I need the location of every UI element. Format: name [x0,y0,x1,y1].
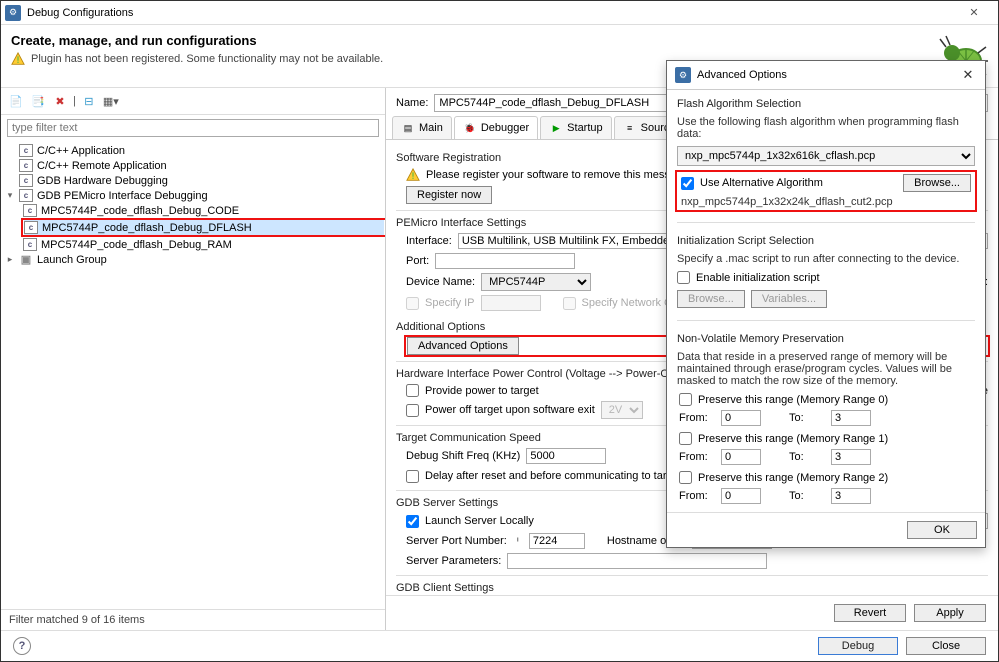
help-icon[interactable]: ? [13,637,31,655]
name-label: Name: [396,97,428,109]
preserve-range-1-checkbox[interactable] [679,432,692,445]
tree-gdb-pemicro[interactable]: ▾cGDB PEMicro Interface Debugging [5,188,385,203]
tab-main[interactable]: ▤Main [392,116,452,139]
tree-item-code[interactable]: cMPC5744P_code_dflash_Debug_CODE [23,203,385,218]
register-now-button[interactable]: Register now [406,186,492,204]
memory-range-2: Preserve this range (Memory Range 2) Fro… [679,471,975,504]
tree-c-remote-app[interactable]: cC/C++ Remote Application [5,158,385,173]
close-button[interactable]: Close [906,637,986,655]
debug-freq-input[interactable] [526,448,606,464]
caret-down-icon: ▾ [5,190,15,201]
launch-server-checkbox[interactable] [406,515,419,528]
config-tree[interactable]: cC/C++ Application cC/C++ Remote Applica… [1,141,385,609]
form-footer: Revert Apply [386,595,998,630]
poweroff-checkbox[interactable] [406,404,419,417]
filter-input[interactable] [7,119,379,137]
advanced-options-button[interactable]: Advanced Options [407,337,519,355]
gdb-client-title: GDB Client Settings [396,582,988,594]
header-warning: Plugin has not been registered. Some fun… [11,52,383,66]
tree-c-app[interactable]: cC/C++ Application [5,143,385,158]
warning-icon [11,52,25,66]
expand-icon[interactable]: ⊟ [80,92,98,110]
range-1-to-input[interactable] [831,449,871,465]
flash-algo-select[interactable]: nxp_mpc5744p_1x32x616k_cflash.pcp [677,146,975,166]
specify-card-checkbox[interactable] [563,297,576,310]
dialog-title: Advanced Options [697,69,787,81]
alt-algo-path: nxp_mpc5744p_1x32x24k_dflash_cut2.pcp [681,196,971,208]
provide-power-checkbox[interactable] [406,384,419,397]
dialog-ok-button[interactable]: OK [907,521,977,539]
new-config-icon[interactable]: 📄 [7,92,25,110]
use-alt-algo-checkbox[interactable] [681,177,694,190]
highlight-selected-config: cMPC5744P_code_dflash_Debug_DFLASH [21,218,385,237]
tree-item-dflash[interactable]: cMPC5744P_code_dflash_Debug_DFLASH [24,220,384,235]
range-1-from-input[interactable] [721,449,761,465]
launch-group-icon: ▣ [19,253,33,266]
voltage-select[interactable]: 2V [601,401,643,419]
nv-mem-title: Non-Volatile Memory Preservation [677,333,975,345]
specify-ip-checkbox[interactable] [406,297,419,310]
browse-script-button[interactable]: Browse... [677,290,745,308]
warning-icon-2 [406,168,420,182]
flash-algo-title: Flash Algorithm Selection [677,98,975,110]
init-script-title: Initialization Script Selection [677,235,975,247]
enable-init-checkbox[interactable] [677,271,690,284]
delete-icon[interactable]: ✖ [51,92,69,110]
play-icon: ▶ [549,121,563,135]
filter-match-text: Filter matched 9 of 16 items [1,609,385,630]
browse-algo-button[interactable]: Browse... [903,174,971,192]
dialog-titlebar: ⚙ Advanced Options ✕ [667,61,985,90]
tree-pane: 📄 📑 ✖ | ⊟ ▦▾ cC/C++ Application cC/C++ R… [1,88,386,630]
range-2-from-input[interactable] [721,488,761,504]
dialog-close-button[interactable]: ✕ [955,65,981,85]
flash-algo-desc: Use the following flash algorithm when p… [677,116,975,140]
memory-range-1: Preserve this range (Memory Range 1) Fro… [679,432,975,465]
init-script-desc: Specify a .mac script to run after conne… [677,253,975,265]
debug-button[interactable]: Debug [818,637,898,655]
range-0-from-input[interactable] [721,410,761,426]
nv-mem-desc: Data that reside in a preserved range of… [677,351,975,387]
caret-right-icon: ▸ [5,254,15,265]
range-0-to-input[interactable] [831,410,871,426]
apply-button[interactable]: Apply [914,604,986,622]
duplicate-icon[interactable]: 📑 [29,92,47,110]
tree-item-ram[interactable]: cMPC5744P_code_dflash_Debug_RAM [23,237,385,252]
advanced-options-dialog: ⚙ Advanced Options ✕ Flash Algorithm Sel… [666,60,986,548]
info-decorator-icon: ⁱ [513,534,523,548]
filter-dropdown-icon[interactable]: ▦▾ [102,92,120,110]
server-params-input[interactable] [507,553,767,569]
range-2-to-input[interactable] [831,488,871,504]
titlebar: ⚙ Debug Configurations ✕ [1,1,998,25]
port-input[interactable] [435,253,575,269]
bug-icon: 🐞 [463,121,477,135]
page-title: Create, manage, and run configurations [11,33,383,48]
tab-startup[interactable]: ▶Startup [540,116,611,139]
debug-app-icon: ⚙ [5,5,21,21]
register-message: Please register your software to remove … [426,169,691,181]
main-icon: ▤ [401,121,415,135]
tree-gdb-hw[interactable]: cGDB Hardware Debugging [5,173,385,188]
bottom-bar: ? Debug Close [1,630,998,661]
tree-launch-group[interactable]: ▸▣Launch Group [5,252,385,267]
highlight-alt-algorithm: Use Alternative Algorithm Browse... nxp_… [675,170,977,212]
variables-button[interactable]: Variables... [751,290,827,308]
window-title: Debug Configurations [27,7,133,19]
dialog-app-icon: ⚙ [675,67,691,83]
source-icon: ≡ [623,121,637,135]
preserve-range-2-checkbox[interactable] [679,471,692,484]
revert-button[interactable]: Revert [834,604,906,622]
server-port-input[interactable] [529,533,585,549]
delay-reset-checkbox[interactable] [406,470,419,483]
tab-debugger[interactable]: 🐞Debugger [454,116,538,139]
memory-range-0: Preserve this range (Memory Range 0) Fro… [679,393,975,426]
preserve-range-0-checkbox[interactable] [679,393,692,406]
ip-input [481,295,541,311]
window-close-button[interactable]: ✕ [954,1,994,25]
tree-toolbar: 📄 📑 ✖ | ⊟ ▦▾ [1,88,385,115]
filter-row [7,119,379,137]
device-select[interactable]: MPC5744P [481,273,591,291]
